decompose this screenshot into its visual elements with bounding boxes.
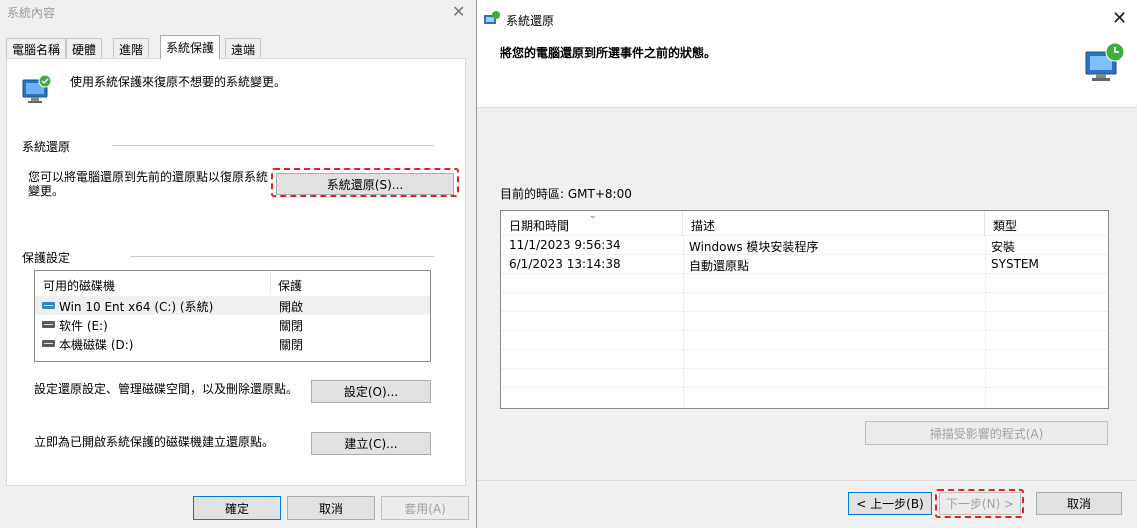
column-header-protection[interactable]: 保護: [278, 277, 302, 294]
description-line-1: 您可以將電腦還原到先前的還原點以復原系統: [28, 170, 269, 184]
system-restore-description: 您可以將電腦還原到先前的還原點以復原系統 變更。: [28, 170, 268, 198]
restore-type: 安裝: [991, 240, 1016, 254]
drive-row[interactable]: 软件 (E:) 關閉: [35, 315, 430, 334]
tab-remote[interactable]: 遠端: [225, 38, 262, 58]
restore-datetime: 6/1/2023 13:14:38: [509, 257, 621, 271]
cancel-button[interactable]: 取消: [1036, 492, 1122, 515]
system-restore-section-label: 系統還原: [22, 140, 71, 154]
section-divider: [130, 256, 434, 257]
intro-text: 使用系統保護來復原不想要的系統變更。: [70, 75, 287, 89]
restore-datetime: 11/1/2023 9:56:34: [509, 238, 621, 252]
restore-description: Windows 模块安装程序: [689, 240, 819, 254]
grid-line: [501, 387, 1108, 388]
system-drive-icon: [42, 302, 55, 309]
create-button[interactable]: 建立(C)...: [311, 432, 431, 455]
column-header-type[interactable]: 類型: [985, 211, 1108, 235]
timezone-text: 目前的時區: GMT+8:00: [500, 187, 632, 201]
create-text: 立即為已開啟系統保護的磁碟機建立還原點。: [34, 435, 275, 449]
system-restore-title-icon: [484, 11, 500, 24]
column-header-drives[interactable]: 可用的磁碟機: [43, 277, 115, 294]
tab-computer-name[interactable]: 電腦名稱: [6, 38, 67, 58]
tab-system-protection[interactable]: 系統保護: [160, 35, 221, 59]
configure-text: 設定還原設定、管理磁碟空間，以及刪除還原點。: [34, 382, 299, 396]
drive-name: Win 10 Ent x64 (C:) (系統): [59, 300, 214, 314]
column-divider: [270, 271, 271, 293]
section-divider: [112, 145, 434, 146]
tab-advanced[interactable]: 進階: [113, 38, 150, 58]
drive-row[interactable]: 本機磁碟 (D:) 關閉: [35, 334, 430, 353]
grid-line: [501, 311, 1108, 312]
system-restore-button[interactable]: 系統還原(S)...: [276, 173, 454, 195]
restore-type: SYSTEM: [991, 257, 1039, 271]
grid-line: [501, 273, 1108, 274]
restore-points-table[interactable]: 日期和時間 ⌄ 描述 類型 11/1/2023 9:56:34 Windows …: [500, 210, 1109, 409]
configure-button[interactable]: 設定(O)...: [311, 380, 431, 403]
grid-line: [501, 292, 1108, 293]
drive-icon: [42, 340, 55, 347]
system-restore-icon: [1085, 42, 1125, 81]
drive-list[interactable]: 可用的磁碟機 保護 Win 10 Ent x64 (C:) (系統) 開啟 软件…: [34, 270, 431, 362]
tab-hardware[interactable]: 硬體: [66, 38, 103, 58]
system-protection-icon: [22, 74, 52, 103]
window-title: 系統內容: [7, 6, 56, 20]
next-button[interactable]: 下一步(N) >: [939, 492, 1021, 515]
grid-line: [501, 368, 1108, 369]
description-line-2: 變更。: [28, 184, 65, 198]
scan-affected-programs-button[interactable]: 掃描受影響的程式(A): [865, 421, 1108, 445]
apply-button[interactable]: 套用(A): [381, 496, 469, 520]
table-row[interactable]: 11/1/2023 9:56:34 Windows 模块安装程序 安裝: [501, 235, 1108, 254]
table-row[interactable]: 6/1/2023 13:14:38 自動還原點 SYSTEM: [501, 254, 1108, 273]
back-button[interactable]: < 上一步(B): [848, 492, 932, 515]
drive-name: 本機磁碟 (D:): [59, 338, 134, 352]
drive-icon: [42, 321, 55, 328]
drive-protection-status: 關閉: [279, 319, 304, 333]
footer-divider: [477, 480, 1137, 481]
drive-row[interactable]: Win 10 Ent x64 (C:) (系統) 開啟: [35, 296, 430, 315]
grid-line: [501, 330, 1108, 331]
drive-protection-status: 關閉: [279, 338, 304, 352]
ok-button[interactable]: 確定: [193, 496, 281, 520]
close-icon[interactable]: ✕: [1112, 8, 1127, 29]
sort-chevron-down-icon: ⌄: [589, 211, 597, 221]
wizard-heading: 將您的電腦還原到所選事件之前的狀態。: [500, 46, 717, 60]
grid-line: [501, 349, 1108, 350]
window-title: 系統還原: [506, 14, 555, 28]
cancel-button[interactable]: 取消: [287, 496, 375, 520]
protection-section-label: 保護設定: [22, 251, 71, 265]
drive-protection-status: 開啟: [279, 300, 304, 314]
column-header-description[interactable]: 描述: [683, 211, 985, 235]
restore-description: 自動還原點: [689, 259, 750, 273]
drive-name: 软件 (E:): [59, 319, 108, 333]
close-icon[interactable]: ✕: [452, 2, 465, 21]
